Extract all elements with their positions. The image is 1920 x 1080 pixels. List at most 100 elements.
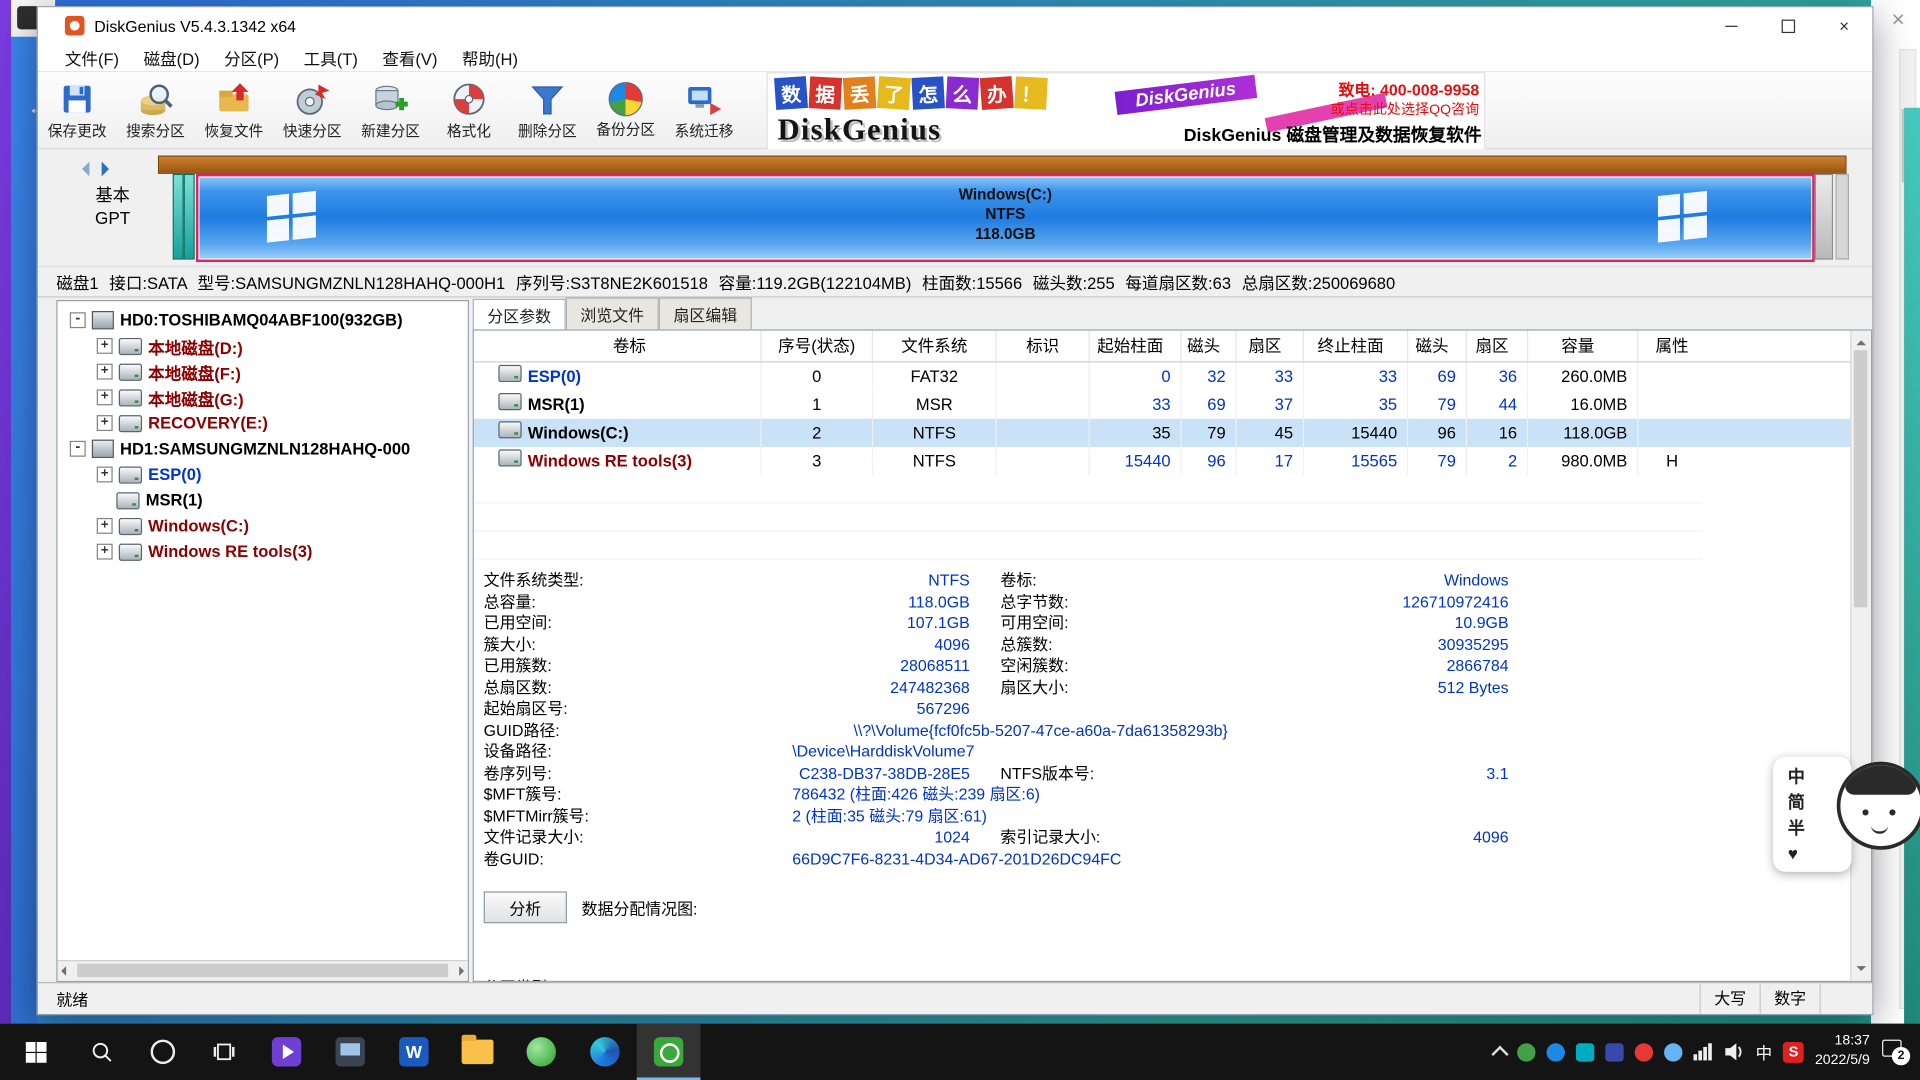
tree-item-hd1[interactable]: HD1:SAMSUNGMZNLN128HAHQ-000 — [58, 436, 468, 462]
vertical-scrollbar[interactable] — [1850, 331, 1871, 981]
partition-row-msr[interactable]: MSR(1) 1 MSR 33 69 37 35 79 44 16.0MB — [474, 391, 1871, 419]
tray-icon-teal[interactable] — [1576, 1043, 1594, 1061]
tree-item-recovery-e[interactable]: RECOVERY(E:) — [58, 410, 468, 436]
ad-banner[interactable]: 数 据 丢 了 怎 么 办 ！ DiskGenius DiskGenius 致电… — [767, 72, 1486, 150]
partition-block-windows-c[interactable]: Windows(C:) NTFS 118.0GB — [196, 174, 1815, 262]
drive-icon — [119, 337, 142, 354]
collapse-icon[interactable] — [70, 441, 86, 457]
network-icon[interactable] — [1694, 1043, 1712, 1060]
expand-icon[interactable] — [97, 338, 113, 354]
tree-horizontal-scrollbar[interactable] — [58, 960, 468, 981]
taskbar-app-edge[interactable] — [573, 1024, 637, 1080]
sogou-tray-icon[interactable]: S — [1783, 1041, 1804, 1062]
detail-label: 总簇数: — [970, 634, 1233, 655]
tab-browse-files[interactable]: 浏览文件 — [566, 298, 659, 330]
tree-item-msr[interactable]: MSR(1) — [58, 487, 468, 513]
quick-partition-button[interactable]: 快速分区 — [273, 72, 351, 148]
background-close-icon[interactable]: ✕ — [1891, 10, 1905, 31]
start-button[interactable] — [0, 1024, 71, 1080]
partition-row-windows-re[interactable]: Windows RE tools(3) 3 NTFS 15440 96 17 1… — [474, 447, 1871, 475]
scroll-left-icon[interactable] — [61, 966, 66, 976]
task-view-button[interactable] — [193, 1024, 254, 1080]
cortana-button[interactable] — [132, 1024, 193, 1080]
taskbar-app-word[interactable]: W — [382, 1024, 446, 1080]
tree-item-local-d[interactable]: 本地磁盘(D:) — [58, 333, 468, 359]
tree-item-esp[interactable]: ESP(0) — [58, 462, 468, 488]
detail-label: 索引记录大小: — [970, 827, 1233, 848]
expand-icon[interactable] — [97, 364, 113, 380]
recover-files-button[interactable]: 恢复文件 — [195, 72, 273, 148]
word-icon: W — [399, 1037, 428, 1066]
tray-icon-blue[interactable] — [1547, 1043, 1565, 1061]
partition-block-esp[interactable] — [173, 174, 184, 260]
partition-row-windows-c[interactable]: Windows(C:) 2 NTFS 35 79 45 15440 96 16 … — [474, 419, 1871, 447]
tree-item-hd0[interactable]: HD0:TOSHIBAMQ04ABF100(932GB) — [58, 307, 468, 333]
tray-icon-green[interactable] — [1517, 1043, 1535, 1061]
tree-item-windows-re[interactable]: Windows RE tools(3) — [58, 539, 468, 565]
delete-partition-button[interactable]: 删除分区 — [508, 72, 586, 148]
minimize-button[interactable] — [1703, 7, 1759, 44]
ime-widget[interactable]: 中 简 半 ♥ — [1773, 754, 1920, 876]
taskbar-search-button[interactable] — [71, 1024, 132, 1080]
prev-disk-icon[interactable] — [82, 162, 89, 177]
expand-icon[interactable] — [97, 415, 113, 431]
ime-emoji-icon[interactable]: ♥ — [1788, 841, 1852, 867]
tree-item-local-g[interactable]: 本地磁盘(G:) — [58, 384, 468, 410]
save-icon — [59, 80, 96, 117]
tree-item-windows-c[interactable]: Windows(C:) — [58, 513, 468, 539]
next-disk-icon[interactable] — [102, 162, 109, 177]
menu-tools[interactable]: 工具(T) — [291, 43, 370, 72]
backup-partition-button[interactable]: 备份分区 — [587, 72, 665, 148]
volume-icon[interactable] — [1723, 1042, 1745, 1062]
scrollbar-thumb[interactable] — [77, 964, 448, 977]
menu-file[interactable]: 文件(F) — [53, 43, 132, 72]
ad-brand-logo: DiskGenius — [778, 114, 942, 148]
ime-language-indicator[interactable]: 中 — [1756, 1040, 1773, 1064]
analyze-button[interactable]: 分析 — [484, 891, 567, 923]
ad-tile: 么 — [946, 76, 979, 109]
ime-mascot-avatar[interactable] — [1837, 762, 1920, 850]
taskbar-app-browser[interactable] — [509, 1024, 573, 1080]
system-migration-button[interactable]: 系统迁移 — [665, 72, 743, 148]
tray-icon-navy[interactable] — [1606, 1043, 1624, 1061]
expand-icon[interactable] — [97, 518, 113, 534]
expand-icon[interactable] — [97, 544, 113, 560]
ad-qq-link[interactable]: 或点击此处选择QQ咨询 — [1331, 99, 1480, 119]
detail-label: 空闲簇数: — [970, 655, 1233, 676]
taskbar-app-media[interactable] — [255, 1024, 319, 1080]
tab-partition-params[interactable]: 分区参数 — [473, 299, 566, 331]
menu-view[interactable]: 查看(V) — [370, 43, 450, 72]
maximize-button[interactable] — [1760, 7, 1816, 44]
expand-icon[interactable] — [97, 389, 113, 405]
new-partition-button[interactable]: 新建分区 — [351, 72, 429, 148]
tray-icon-lightblue[interactable] — [1664, 1043, 1682, 1061]
taskbar-app-diskgenius[interactable] — [637, 1024, 701, 1080]
collapse-icon[interactable] — [70, 312, 86, 328]
expand-icon[interactable] — [97, 467, 113, 483]
menu-partition[interactable]: 分区(P) — [212, 43, 292, 72]
tree-item-local-f[interactable]: 本地磁盘(F:) — [58, 359, 468, 385]
format-button[interactable]: 格式化 — [430, 72, 508, 148]
taskbar-app-explorer[interactable] — [446, 1024, 510, 1080]
tab-sector-edit[interactable]: 扇区编辑 — [659, 298, 752, 330]
close-button[interactable]: × — [1816, 7, 1872, 44]
menu-help[interactable]: 帮助(H) — [450, 43, 531, 72]
taskbar-app-pc[interactable] — [318, 1024, 382, 1080]
drive-icon — [119, 389, 142, 406]
partition-block-re-tools[interactable] — [1815, 174, 1833, 260]
save-changes-button[interactable]: 保存更改 — [38, 72, 116, 148]
scroll-right-icon[interactable] — [459, 966, 464, 976]
partition-block-msr[interactable] — [184, 174, 195, 260]
tray-icon-red[interactable] — [1635, 1043, 1653, 1061]
action-center-button[interactable]: 2 — [1881, 1037, 1910, 1066]
scroll-down-icon[interactable] — [1856, 966, 1866, 976]
partition-row-esp[interactable]: ESP(0) 0 FAT32 0 32 33 33 69 36 260.0MB — [474, 362, 1871, 390]
tray-expand-icon[interactable] — [1492, 1046, 1509, 1063]
detail-value: 247482368 — [725, 677, 970, 698]
menu-disk[interactable]: 磁盘(D) — [131, 43, 212, 72]
taskbar-clock[interactable]: 18:37 2022/5/9 — [1815, 1033, 1870, 1071]
search-partition-button[interactable]: 搜索分区 — [116, 72, 194, 148]
scrollbar-thumb[interactable] — [1854, 350, 1867, 607]
detail-label: $MFT簇号: — [474, 784, 725, 805]
scroll-up-icon[interactable] — [1856, 336, 1866, 346]
